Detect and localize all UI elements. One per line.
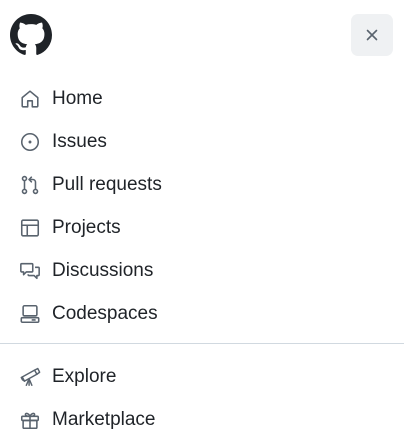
secondary-nav: Explore Marketplace [0,355,404,441]
nav-item-label: Home [52,87,103,109]
navigation-drawer: Home Issues Pull requests Projects Discu… [0,0,404,448]
nav-item-discussions[interactable]: Discussions [0,249,404,292]
nav-item-marketplace[interactable]: Marketplace [0,398,404,441]
close-icon [364,27,380,43]
nav-item-label: Discussions [52,259,154,281]
nav-item-label: Projects [52,216,121,238]
nav-item-label: Pull requests [52,173,162,195]
table-icon [18,216,42,240]
nav-item-codespaces[interactable]: Codespaces [0,292,404,335]
nav-item-label: Issues [52,130,107,152]
nav-item-label: Codespaces [52,302,158,324]
nav-item-pull-requests[interactable]: Pull requests [0,163,404,206]
telescope-icon [18,365,42,389]
codespaces-icon [18,302,42,326]
nav-divider [0,343,404,344]
git-pull-request-icon [18,173,42,197]
github-mark-icon[interactable] [10,14,52,56]
nav-item-home[interactable]: Home [0,77,404,120]
nav-item-explore[interactable]: Explore [0,355,404,398]
nav-item-label: Marketplace [52,408,156,430]
issue-opened-icon [18,130,42,154]
nav-item-issues[interactable]: Issues [0,120,404,163]
close-button[interactable] [351,14,393,56]
nav-item-projects[interactable]: Projects [0,206,404,249]
gift-icon [18,408,42,432]
home-icon [18,87,42,111]
comment-discussion-icon [18,259,42,283]
primary-nav: Home Issues Pull requests Projects Discu… [0,77,404,335]
nav-item-label: Explore [52,365,117,387]
